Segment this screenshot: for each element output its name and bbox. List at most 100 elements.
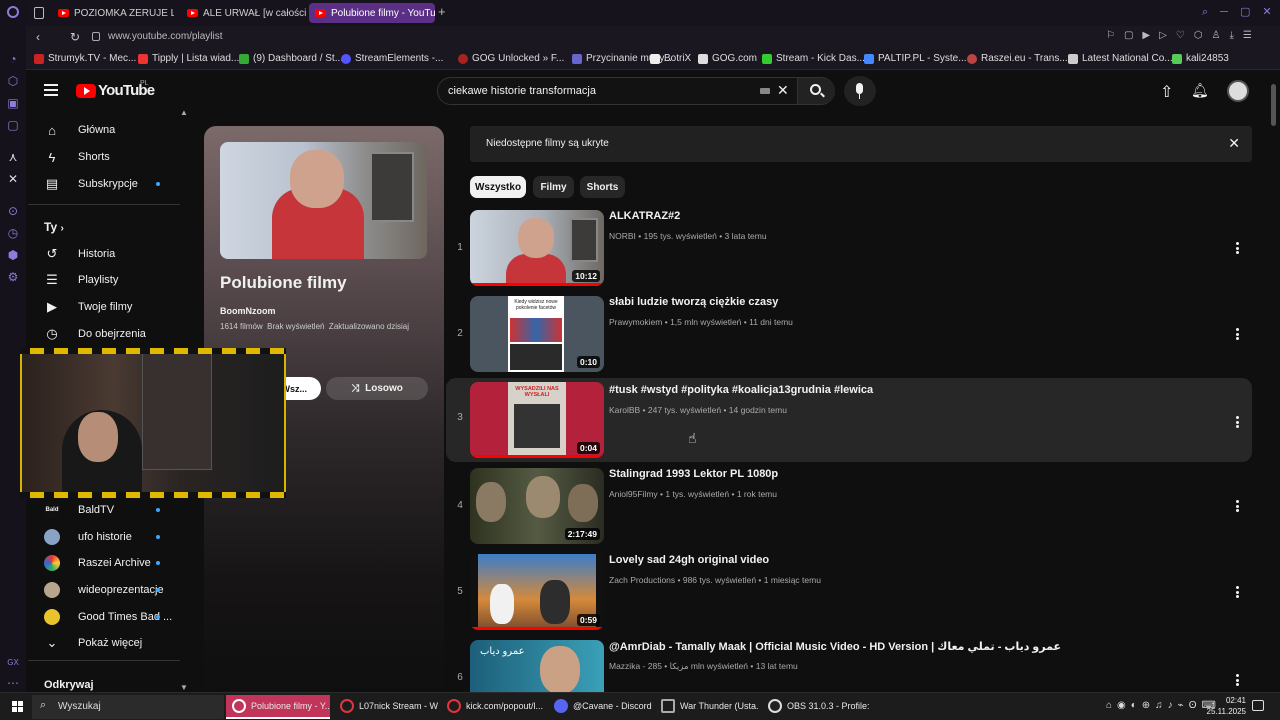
more-actions-icon[interactable] (1232, 670, 1242, 690)
taskbar-app[interactable]: @Cavane - Discord (548, 695, 652, 719)
taskbar-search[interactable]: ⌕ Wyszukaj (32, 695, 224, 719)
tab-poziomka[interactable]: POZIOMKA ZERUJE LITR (52, 3, 174, 23)
taskbar-app[interactable]: Polubione filmy - Y... (226, 695, 330, 719)
sub-good-times[interactable]: Good Times Bad ... (44, 605, 172, 629)
keyboard-icon[interactable] (760, 88, 770, 94)
instagram-icon[interactable]: ▢ (6, 118, 20, 132)
new-tab-icon[interactable]: + (438, 4, 446, 19)
more-icon[interactable]: ⋯ (6, 676, 20, 690)
settings-icon[interactable]: ⚙ (6, 270, 20, 284)
close-icon[interactable]: ✕ (1228, 135, 1240, 152)
start-button-icon[interactable] (12, 701, 23, 712)
more-actions-icon[interactable] (1232, 412, 1242, 432)
bookmark-item[interactable]: BotriX (650, 53, 691, 64)
avatar[interactable] (1227, 80, 1249, 102)
video-title[interactable]: ALKATRAZ#2 (609, 210, 680, 222)
video-thumbnail[interactable]: WYSADZILI NAS WYSŁALI 0:04 (470, 382, 604, 458)
more-actions-icon[interactable] (1232, 324, 1242, 344)
back-icon[interactable]: ‹ (36, 30, 40, 44)
nav-playlists[interactable]: ☰ Playlisty (44, 268, 118, 292)
aria-icon[interactable]: ◔ (6, 52, 20, 66)
tab-panel-icon[interactable] (34, 7, 44, 19)
workspace-icon[interactable]: ⬡ (6, 74, 20, 88)
bookmark-item[interactable]: (9) Dashboard / St... (239, 53, 343, 64)
address-bar-actions[interactable]: ⚐▢▶▷♡⬡♙⤓☰ (1106, 30, 1261, 41)
video-title[interactable]: słabi ludzie tworzą ciężkie czasy (609, 296, 778, 308)
taskbar-app[interactable]: kick.com/popout/l... (441, 695, 545, 719)
bookmark-item[interactable]: GOG Unlocked » F... (458, 53, 564, 64)
player-icon[interactable]: ⊙ (6, 204, 20, 218)
bookmark-item[interactable]: Stream - Kick Das... (762, 53, 865, 64)
window-controls[interactable]: ⌕─▢✕ (1202, 5, 1280, 19)
reload-icon[interactable]: ↻ (70, 30, 80, 44)
nav-shorts[interactable]: ϟ Shorts (44, 145, 110, 169)
voice-search-button[interactable] (844, 76, 876, 106)
bookmark-item[interactable]: Latest National Co... (1068, 53, 1173, 64)
bookmark-item[interactable]: PALTIP.PL - Syste... (864, 53, 967, 64)
nav-show-more[interactable]: ⌄ Pokaż więcej (44, 631, 143, 655)
clear-search-icon[interactable]: ✕ (777, 82, 789, 99)
more-actions-icon[interactable] (1232, 496, 1242, 516)
search-box[interactable]: ✕ (437, 77, 835, 105)
bookmark-item[interactable]: Strumyk.TV - Mec... (34, 53, 136, 64)
opera-logo-icon[interactable] (7, 6, 19, 18)
more-actions-icon[interactable] (1232, 582, 1242, 602)
sub-baldtv[interactable]: Bald BaldTV (44, 498, 114, 522)
notifications-bell-icon[interactable]: 🔔︎ (1191, 82, 1209, 99)
tab-ale-urwal[interactable]: ALE URWAŁ [w całości - (181, 3, 311, 23)
video-row[interactable]: 4 2:17:49 Stalingrad 1993 Lektor PL 1080… (446, 466, 1252, 550)
history-icon[interactable]: ◷ (6, 226, 20, 240)
arrow-app-icon[interactable]: ⋏ (6, 150, 20, 164)
nav-you-title[interactable]: Ty › (44, 220, 64, 234)
video-row[interactable]: 6 عمرو دياب @AmrDiab - Tamally Maak | Of… (446, 638, 1252, 692)
chip-all[interactable]: Wszystko (470, 176, 526, 198)
sub-wideoprezentacje[interactable]: wideoprezentacje (44, 578, 164, 602)
video-thumbnail[interactable]: عمرو دياب (470, 640, 604, 692)
bookmark-item[interactable]: Tipply | Lista wiad... (138, 53, 239, 64)
video-row[interactable]: 2 Kiedy widzisz nowe pokolenie facetów 0… (446, 294, 1252, 378)
bookmark-item[interactable]: StreamElements -... (341, 53, 443, 64)
video-row[interactable]: 5 0:59 Lovely sad 24gh original video Za… (446, 552, 1252, 636)
shuffle-button[interactable]: ⤨ Losowo (326, 377, 428, 400)
scroll-up-icon[interactable]: ▲ (180, 108, 188, 117)
search-button[interactable] (797, 78, 835, 104)
playlist-thumbnail[interactable] (220, 142, 427, 259)
video-title[interactable]: Stalingrad 1993 Lektor PL 1080p (609, 468, 778, 480)
taskbar-app[interactable]: OBS 31.0.3 - Profile:... (762, 695, 870, 719)
nav-subscriptions[interactable]: ▤ Subskrypcje (44, 172, 138, 196)
x-twitter-icon[interactable]: ✕ (6, 172, 20, 186)
video-title[interactable]: Lovely sad 24gh original video (609, 554, 769, 566)
nav-watch-later[interactable]: ◷ Do obejrzenia (44, 322, 146, 346)
nav-home[interactable]: ⌂ Główna (44, 118, 115, 142)
bookmark-item[interactable]: Raszei.eu - Trans... (967, 53, 1068, 64)
video-thumbnail[interactable]: 10:12 (470, 210, 604, 286)
clock-date[interactable]: 25.11.2025 (1204, 707, 1246, 716)
taskbar-app[interactable]: L07nick Stream - W... (334, 695, 438, 719)
upload-icon[interactable]: ⇧ (1160, 82, 1173, 102)
bookmark-item[interactable]: kali24853 (1172, 53, 1229, 64)
nav-history[interactable]: ↺ Historia (44, 242, 116, 266)
chip-shorts[interactable]: Shorts (580, 176, 625, 198)
url-field[interactable]: www.youtube.com/playlist (108, 31, 223, 42)
gx-icon[interactable]: GX (6, 656, 20, 670)
chip-videos[interactable]: Filmy (533, 176, 574, 198)
bookmark-item[interactable]: GOG.com (698, 53, 757, 64)
video-thumbnail[interactable]: Kiedy widzisz nowe pokolenie facetów 0:1… (470, 296, 604, 372)
video-title[interactable]: @AmrDiab - Tamally Maak | Official Music… (609, 640, 1061, 653)
video-thumbnail[interactable]: 2:17:49 (470, 468, 604, 544)
sub-raszei-archive[interactable]: Raszei Archive (44, 551, 151, 575)
sub-ufo-historie[interactable]: ufo historie (44, 525, 132, 549)
page-scrollbar[interactable] (1271, 84, 1276, 126)
more-actions-icon[interactable] (1232, 238, 1242, 258)
notification-center-icon[interactable] (1252, 700, 1264, 711)
search-input[interactable] (448, 83, 748, 99)
tab-polubione-filmy[interactable]: Polubione filmy - YouTube (309, 3, 435, 23)
video-thumbnail[interactable]: 0:59 (470, 554, 604, 630)
messenger-icon[interactable]: ▣ (6, 96, 20, 110)
scroll-down-icon[interactable]: ▼ (180, 683, 188, 692)
video-row[interactable]: 1 10:12 ALKATRAZ#2 NORBI • 195 tys. wyśw… (446, 208, 1252, 292)
cube-icon[interactable]: ⬢ (6, 248, 20, 262)
playlist-owner[interactable]: BoomNzoom (220, 306, 276, 316)
menu-icon[interactable] (44, 84, 58, 96)
taskbar-app[interactable]: War Thunder (Ustа... (655, 695, 759, 719)
